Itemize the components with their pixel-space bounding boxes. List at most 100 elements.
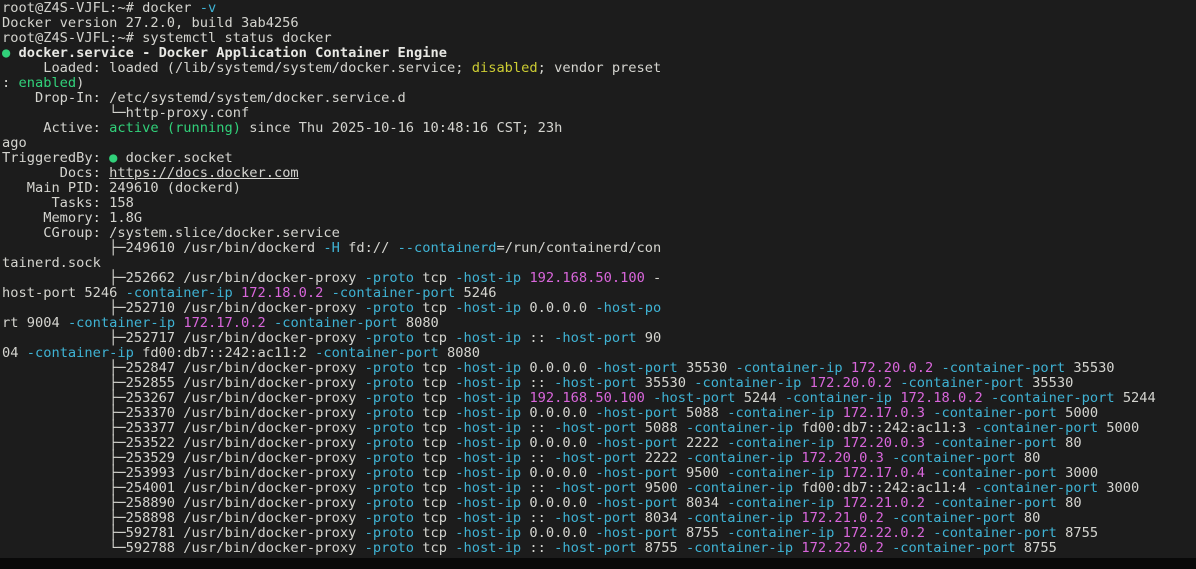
terminal-text-segment: ├─258898 /usr/bin/docker-proxy xyxy=(2,510,365,526)
terminal-line: ● docker.service - Docker Application Co… xyxy=(2,46,1196,61)
terminal-text-segment: docker.service - Docker Application Cont… xyxy=(18,45,447,61)
terminal-text-segment: 5244 xyxy=(1115,390,1156,406)
terminal-text-segment: 8080 xyxy=(398,315,439,331)
terminal-text-segment: -proto xyxy=(365,405,414,421)
terminal-text-segment: 0.0.0.0 xyxy=(521,405,595,421)
terminal-text-segment xyxy=(933,360,941,376)
terminal-text-segment: fd00:db7::242:ac11:2 xyxy=(134,345,315,361)
terminal-text-segment: -proto xyxy=(365,375,414,391)
terminal-line: 04 -container-ip fd00:db7::242:ac11:2 -c… xyxy=(2,346,1196,361)
terminal-text-segment: TriggeredBy: xyxy=(2,150,109,166)
terminal-text-segment: =/run/containerd/con xyxy=(496,240,661,256)
terminal-text-segment xyxy=(983,390,991,406)
terminal-text-segment: -container-port xyxy=(892,450,1016,466)
terminal-text-segment: rt 9004 xyxy=(2,315,68,331)
terminal-text-segment: tcp xyxy=(414,360,455,376)
terminal-text-segment: tcp xyxy=(414,270,455,286)
terminal-text-segment: -proto xyxy=(365,390,414,406)
terminal-line: ├─252855 /usr/bin/docker-proxy -proto tc… xyxy=(2,376,1196,391)
terminal-text-segment: 172.18.0.2 xyxy=(241,285,323,301)
terminal-text-segment: 35530 xyxy=(637,375,695,391)
terminal-text-segment: -host-port xyxy=(595,405,677,421)
terminal-text-segment: 5088 xyxy=(678,405,727,421)
terminal-text-segment: fd00:db7::242:ac11:3 xyxy=(793,420,974,436)
terminal-text-segment: -container-port xyxy=(315,345,439,361)
terminal-text-segment xyxy=(884,540,892,556)
terminal-text-segment: -host-port xyxy=(653,390,735,406)
terminal-text-segment: -host-port xyxy=(595,525,677,541)
terminal-line: Main PID: 249610 (dockerd) xyxy=(2,181,1196,196)
terminal-line: ├─254001 /usr/bin/docker-proxy -proto tc… xyxy=(2,481,1196,496)
terminal-text-segment xyxy=(645,390,653,406)
terminal-line: └─592788 /usr/bin/docker-proxy -proto tc… xyxy=(2,541,1196,556)
terminal-text-segment: 2222 xyxy=(678,435,727,451)
terminal-text-segment: -container-ip xyxy=(785,390,892,406)
terminal-text-segment: -proto xyxy=(365,450,414,466)
terminal-text-segment: ; vendor preset xyxy=(538,60,662,76)
terminal-text-segment: -container-port xyxy=(892,540,1016,556)
terminal-text-segment: active (running) xyxy=(109,120,241,136)
terminal-text-segment: ├─253370 /usr/bin/docker-proxy xyxy=(2,405,365,421)
terminal-text-segment: 5000 xyxy=(1098,420,1139,436)
terminal-line: tainerd.sock xyxy=(2,256,1196,271)
terminal-text-segment: 35530 xyxy=(1024,375,1073,391)
terminal-text-segment: -host-ip xyxy=(455,330,521,346)
terminal-text-segment: 9500 xyxy=(678,465,727,481)
terminal-text-segment: 172.20.0.2 xyxy=(851,360,933,376)
terminal-text-segment: -host-port xyxy=(554,375,636,391)
terminal-text-segment: 0.0.0.0 xyxy=(521,435,595,451)
terminal-text-segment: ├─254001 /usr/bin/docker-proxy xyxy=(2,480,365,496)
terminal-text-segment: -host-ip xyxy=(455,465,521,481)
terminal-text-segment: 172.21.0.2 xyxy=(843,495,925,511)
terminal-text-segment: -container-ip xyxy=(727,525,834,541)
terminal-line: ├─253377 /usr/bin/docker-proxy -proto tc… xyxy=(2,421,1196,436)
terminal-text-segment: -container-ip xyxy=(735,360,842,376)
terminal-line: ├─253529 /usr/bin/docker-proxy -proto tc… xyxy=(2,451,1196,466)
terminal-text-segment: tcp xyxy=(414,330,455,346)
terminal-text-segment: tcp xyxy=(414,495,455,511)
terminal-text-segment: -container-port xyxy=(991,390,1115,406)
terminal-text-segment: tcp xyxy=(414,300,455,316)
terminal-text-segment xyxy=(323,285,331,301)
terminal-text-segment: -proto xyxy=(365,540,414,556)
terminal-text-segment: -container-port xyxy=(942,360,1066,376)
terminal-text-segment: 8755 xyxy=(1057,525,1098,541)
terminal-text-segment: -container-port xyxy=(974,480,1098,496)
terminal-text-segment: ago xyxy=(2,135,27,151)
terminal-text-segment: -proto xyxy=(365,435,414,451)
terminal-text-segment: ) xyxy=(76,75,84,91)
terminal-text-segment: 172.17.0.4 xyxy=(843,465,925,481)
terminal-text-segment: :: xyxy=(521,540,554,556)
terminal-text-segment: root@Z4S-VJFL:~# docker xyxy=(2,0,200,16)
terminal-text-segment: ● xyxy=(2,45,18,61)
terminal-bottom-bar xyxy=(0,558,1196,569)
terminal-text-segment: ├─249610 /usr/bin/dockerd xyxy=(2,240,323,256)
terminal-text-segment: -container-port xyxy=(332,285,456,301)
terminal-text-segment xyxy=(834,525,842,541)
terminal-text-segment: :: xyxy=(521,450,554,466)
terminal-text-segment: - xyxy=(645,270,661,286)
terminal-text-segment: -container-ip xyxy=(686,420,793,436)
docs-link[interactable]: https://docs.docker.com xyxy=(109,165,299,181)
terminal-text-segment: 8080 xyxy=(439,345,480,361)
terminal-window[interactable]: root@Z4S-VJFL:~# docker -vDocker version… xyxy=(0,0,1196,569)
terminal-text-segment: 8034 xyxy=(678,495,727,511)
terminal-text-segment: tcp xyxy=(414,450,455,466)
terminal-text-segment: 172.22.0.2 xyxy=(801,540,883,556)
terminal-text-segment: -container-ip xyxy=(686,480,793,496)
terminal-text-segment: -container-port xyxy=(900,375,1024,391)
terminal-line: ├─253993 /usr/bin/docker-proxy -proto tc… xyxy=(2,466,1196,481)
terminal-text-segment: 35530 xyxy=(1065,360,1114,376)
terminal-text-segment: -host-ip xyxy=(455,300,521,316)
terminal-line: └─http-proxy.conf xyxy=(2,106,1196,121)
terminal-text-segment: -container-ip xyxy=(727,465,834,481)
terminal-text-segment: -host-ip xyxy=(455,525,521,541)
terminal-text-segment: -proto xyxy=(365,270,414,286)
terminal-line: : enabled) xyxy=(2,76,1196,91)
terminal-text-segment: 172.17.0.3 xyxy=(843,405,925,421)
terminal-output[interactable]: root@Z4S-VJFL:~# docker -vDocker version… xyxy=(0,0,1196,556)
terminal-text-segment: 0.0.0.0 xyxy=(521,525,595,541)
terminal-text-segment: 3000 xyxy=(1098,480,1139,496)
terminal-text-segment: 172.17.0.2 xyxy=(183,315,265,331)
terminal-text-segment: -container-ip xyxy=(727,495,834,511)
